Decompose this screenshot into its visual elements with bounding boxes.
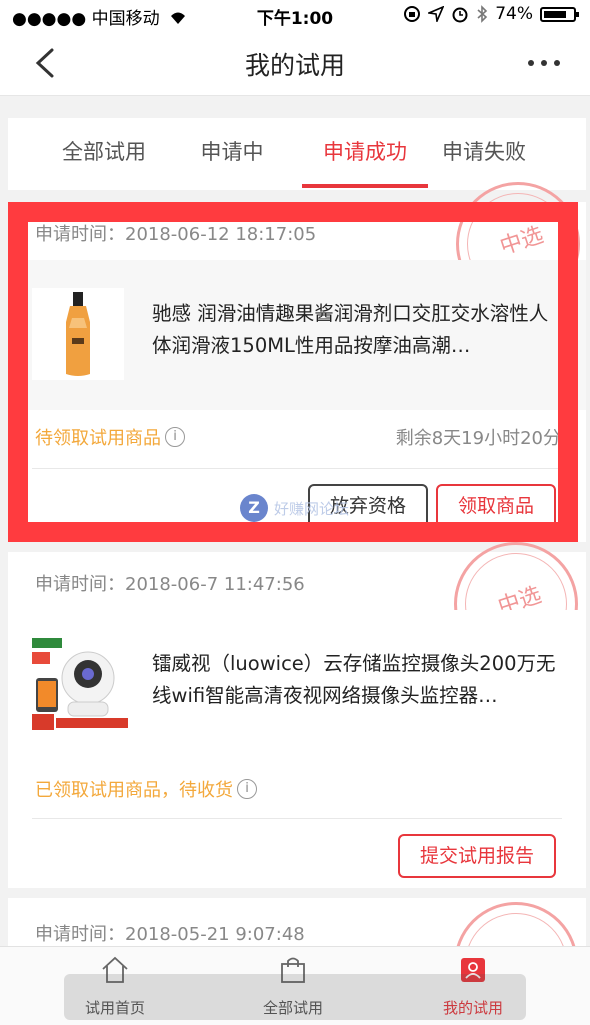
camera-image (32, 638, 128, 730)
product-image[interactable] (32, 638, 128, 730)
browser-toolbar-overlay (64, 974, 526, 1020)
apply-time: 申请时间：2018-06-7 11:47:56 (35, 574, 305, 595)
tab-all-trials[interactable]: 全部试用 (44, 136, 164, 166)
product-title[interactable]: 镭威视（luowice）云存储监控摄像头200万无线wifi智能高清夜视网络摄像… (152, 648, 562, 712)
location-icon (428, 6, 445, 22)
forum-watermark: Z 好赚网论坛 (240, 494, 349, 522)
apply-time: 申请时间：2018-05-21 9:07:48 (35, 924, 305, 945)
status-bar-right: 74% (403, 4, 579, 24)
trial-card-2: 申请时间：2018-06-7 11:47:56 中选 镭威视（luowice）云… (8, 542, 586, 888)
status-tabs: 全部试用 申请中 申请成功 申请失败 (8, 118, 586, 190)
trial-card-3: 申请时间：2018-05-21 9:07:48 (8, 898, 586, 1025)
more-icon[interactable] (528, 60, 560, 66)
product-area[interactable]: 镭威视（luowice）云存储监控摄像头200万无线wifi智能高清夜视网络摄像… (8, 610, 586, 760)
submit-report-button[interactable]: 提交试用报告 (398, 834, 556, 878)
card-divider (32, 818, 562, 819)
watermark-text: 好赚网论坛 (274, 499, 350, 518)
active-tab-underline (302, 184, 428, 188)
nav-bar: 我的试用 (0, 30, 590, 96)
tab-applied-failed[interactable]: 申请失败 (424, 136, 544, 166)
tab-applying[interactable]: 申请中 (172, 136, 292, 166)
info-icon[interactable]: i (237, 779, 257, 799)
status-bar: ●●●●● 中国移动 下午1:00 74% (0, 0, 590, 30)
watermark-logo-icon: Z (240, 494, 268, 522)
alarm-icon (452, 7, 468, 23)
battery-icon (540, 6, 579, 22)
rotation-lock-icon (404, 6, 421, 22)
page-title: 我的试用 (244, 51, 345, 80)
trial-status-text: 已领取试用商品，待收货 (35, 780, 233, 801)
battery-percent: 74% (495, 4, 533, 24)
tab-applied-success[interactable]: 申请成功 (305, 136, 425, 166)
highlight-box (8, 202, 578, 542)
bluetooth-icon (477, 5, 488, 23)
trial-status: 已领取试用商品，待收货 i (35, 776, 257, 802)
